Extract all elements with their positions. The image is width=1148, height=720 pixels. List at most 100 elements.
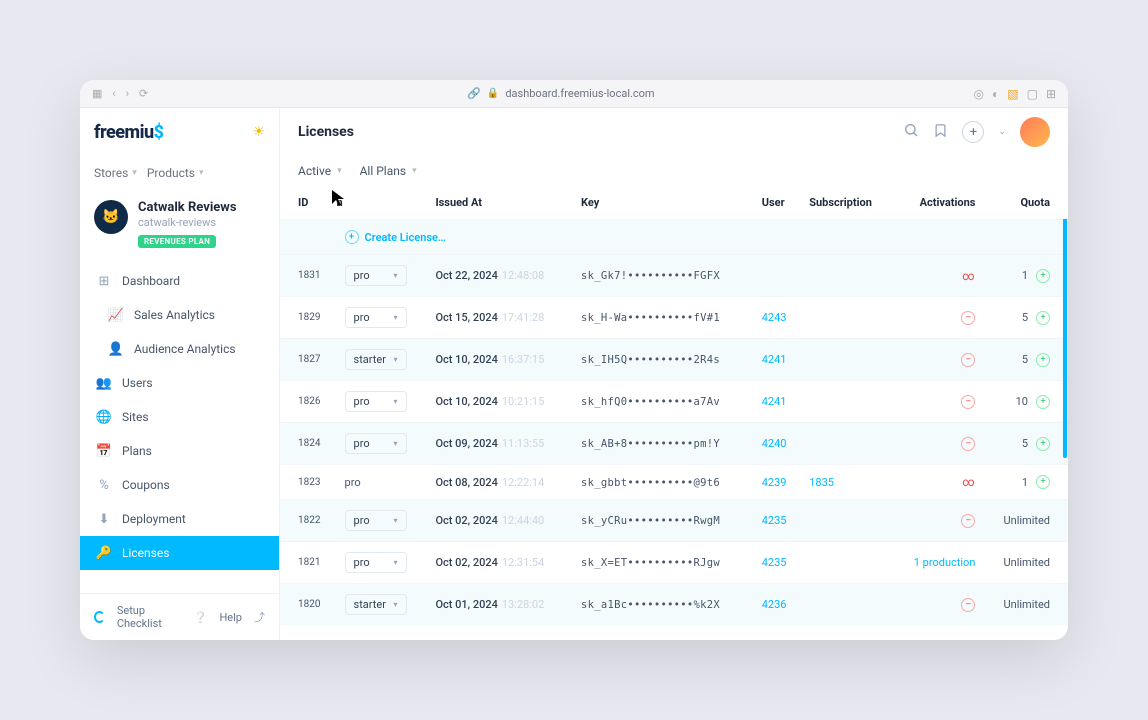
filter-plans[interactable]: All Plans ▾ bbox=[360, 164, 417, 178]
nav-item-audience-analytics[interactable]: 👤Audience Analytics bbox=[80, 332, 279, 366]
user-link[interactable]: 4236 bbox=[762, 598, 787, 611]
chevron-down-icon[interactable]: ⌄ bbox=[998, 127, 1006, 137]
license-key[interactable]: sk_H-Wa••••••••••fV#1 bbox=[581, 312, 720, 324]
nav-item-coupons[interactable]: %Coupons bbox=[80, 468, 279, 502]
nav-item-deployment[interactable]: ⬇Deployment bbox=[80, 502, 279, 536]
subscription-link[interactable]: 1835 bbox=[809, 476, 834, 489]
table-row[interactable]: 1831pro▾Oct 22, 202412:48:08sk_Gk7!•••••… bbox=[280, 255, 1068, 297]
crumb-products[interactable]: Products ▾ bbox=[147, 166, 204, 180]
date: Oct 10, 2024 bbox=[435, 353, 497, 366]
minus-icon[interactable]: – bbox=[961, 353, 975, 367]
sidebar-toggle-icon[interactable]: ▦ bbox=[92, 87, 102, 100]
user-link[interactable]: 4241 bbox=[762, 353, 787, 366]
tabs-icon[interactable]: ⊞ bbox=[1046, 87, 1056, 101]
plan-select[interactable]: pro▾ bbox=[345, 391, 407, 412]
plan-select[interactable]: pro▾ bbox=[345, 552, 407, 573]
create-license-link[interactable]: +Create License… bbox=[345, 230, 1060, 244]
plan-select[interactable]: pro▾ bbox=[345, 433, 407, 454]
table-row[interactable]: 1826pro▾Oct 10, 202410:21:15sk_hfQ0•••••… bbox=[280, 381, 1068, 423]
license-key[interactable]: sk_yCRu••••••••••RwgM bbox=[581, 515, 720, 527]
plus-icon[interactable]: + bbox=[1036, 395, 1050, 409]
plus-icon[interactable]: + bbox=[1036, 311, 1050, 325]
minus-icon[interactable]: – bbox=[961, 514, 975, 528]
table-row[interactable]: 1829pro▾Oct 15, 202417:41:28sk_H-Wa•••••… bbox=[280, 297, 1068, 339]
user-link[interactable]: 4235 bbox=[762, 514, 787, 527]
plan-select[interactable]: starter▾ bbox=[345, 349, 407, 370]
col-subscription[interactable]: Subscription bbox=[801, 186, 893, 220]
nav-label: Plans bbox=[122, 444, 152, 458]
license-key[interactable]: sk_IH5Q••••••••••2R4s bbox=[581, 354, 720, 366]
license-key[interactable]: sk_a1Bc••••••••••%k2X bbox=[581, 599, 720, 611]
col-key[interactable]: Key bbox=[573, 186, 754, 220]
table-row[interactable]: 1820starter▾Oct 01, 202413:28:02sk_a1Bc•… bbox=[280, 584, 1068, 626]
license-key[interactable]: sk_X=ET••••••••••RJgw bbox=[581, 557, 720, 569]
table-row[interactable]: 1827starter▾Oct 10, 202416:37:15sk_IH5Q•… bbox=[280, 339, 1068, 381]
minus-icon[interactable]: – bbox=[961, 311, 975, 325]
license-key[interactable]: sk_gbbt••••••••••@9t6 bbox=[581, 477, 720, 489]
back-icon[interactable]: ‹ bbox=[112, 87, 115, 100]
plan-select[interactable]: pro▾ bbox=[345, 265, 407, 286]
user-link[interactable]: 4243 bbox=[762, 311, 787, 324]
theme-toggle-icon[interactable]: ☀ bbox=[252, 124, 265, 140]
plan-select[interactable]: starter▾ bbox=[345, 594, 407, 615]
ext-icon-3[interactable]: ▧ bbox=[1007, 87, 1018, 101]
add-button[interactable]: + bbox=[962, 121, 984, 143]
help-link[interactable]: Help bbox=[219, 611, 242, 624]
search-icon[interactable] bbox=[903, 122, 919, 142]
ext-icon-2[interactable]: ◐ bbox=[992, 87, 999, 101]
share-icon[interactable]: ⤴ bbox=[254, 609, 265, 625]
minus-icon[interactable]: – bbox=[961, 598, 975, 612]
setup-checklist-link[interactable]: Setup Checklist bbox=[117, 604, 182, 630]
nav-item-licenses[interactable]: 🔑Licenses bbox=[80, 536, 279, 570]
create-license-row[interactable]: +Create License… bbox=[280, 220, 1068, 255]
url-bar[interactable]: 🔗 🔒 dashboard.freemius-local.com bbox=[160, 87, 961, 100]
bookmark-icon[interactable] bbox=[933, 123, 948, 142]
store-card[interactable]: Catwalk Reviews catwalk-reviews REVENUES… bbox=[80, 190, 279, 258]
reload-icon[interactable]: ⟳ bbox=[139, 87, 148, 100]
plan-select[interactable]: pro▾ bbox=[345, 510, 407, 531]
plan-select[interactable]: pro▾ bbox=[345, 307, 407, 328]
plus-icon[interactable]: + bbox=[1036, 475, 1050, 489]
id-cell: 1823 bbox=[280, 465, 337, 500]
ext-icon-1[interactable]: ◎ bbox=[974, 87, 984, 101]
col-user[interactable]: User bbox=[754, 186, 801, 220]
nav-item-sales-analytics[interactable]: 📈Sales Analytics bbox=[80, 298, 279, 332]
activation-link[interactable]: 1 production bbox=[914, 556, 976, 569]
logo[interactable]: freemiu$ bbox=[94, 122, 163, 143]
user-avatar[interactable] bbox=[1020, 117, 1050, 147]
crumb-stores[interactable]: Stores ▾ bbox=[94, 166, 137, 180]
col-id[interactable]: ID bbox=[280, 186, 337, 220]
license-key[interactable]: sk_hfQ0••••••••••a7Av bbox=[581, 396, 720, 408]
col-plan[interactable]: n bbox=[337, 186, 428, 220]
nav-item-dashboard[interactable]: ⊞Dashboard bbox=[80, 264, 279, 298]
filter-status[interactable]: Active ▾ bbox=[298, 164, 342, 178]
ext-icon-4[interactable]: ▢ bbox=[1027, 87, 1038, 101]
date: Oct 01, 2024 bbox=[435, 598, 497, 611]
nav-item-users[interactable]: 👥Users bbox=[80, 366, 279, 400]
forward-icon[interactable]: › bbox=[126, 87, 129, 100]
plus-icon[interactable]: + bbox=[1036, 353, 1050, 367]
minus-icon[interactable]: – bbox=[961, 437, 975, 451]
nav-item-plans[interactable]: 📅Plans bbox=[80, 434, 279, 468]
nav-label: Coupons bbox=[122, 478, 170, 492]
user-link[interactable]: 4240 bbox=[762, 437, 787, 450]
table-row[interactable]: 1823proOct 08, 202412:22:14sk_gbbt••••••… bbox=[280, 465, 1068, 500]
scrollbar[interactable] bbox=[1062, 186, 1068, 640]
col-issued[interactable]: Issued At bbox=[427, 186, 573, 220]
user-link[interactable]: 4239 bbox=[762, 476, 787, 489]
license-key[interactable]: sk_Gk7!••••••••••FGFX bbox=[581, 270, 720, 282]
col-quota[interactable]: Quota bbox=[983, 186, 1068, 220]
col-activations[interactable]: Activations bbox=[893, 186, 984, 220]
user-link[interactable]: 4241 bbox=[762, 395, 787, 408]
table-row[interactable]: 1824pro▾Oct 09, 202411:13:55sk_AB+8•••••… bbox=[280, 423, 1068, 465]
user-link[interactable]: 4235 bbox=[762, 556, 787, 569]
minus-icon[interactable]: – bbox=[961, 395, 975, 409]
id-cell: 1820 bbox=[280, 584, 337, 626]
table-row[interactable]: 1821pro▾Oct 02, 202412:31:54sk_X=ET•••••… bbox=[280, 542, 1068, 584]
license-key[interactable]: sk_AB+8••••••••••pm!Y bbox=[581, 438, 720, 450]
main: Licenses + ⌄ Active ▾ All Plans ▾ bbox=[280, 108, 1068, 640]
plus-icon[interactable]: + bbox=[1036, 269, 1050, 283]
plus-icon[interactable]: + bbox=[1036, 437, 1050, 451]
table-row[interactable]: 1822pro▾Oct 02, 202412:44:40sk_yCRu•••••… bbox=[280, 500, 1068, 542]
nav-item-sites[interactable]: 🌐Sites bbox=[80, 400, 279, 434]
